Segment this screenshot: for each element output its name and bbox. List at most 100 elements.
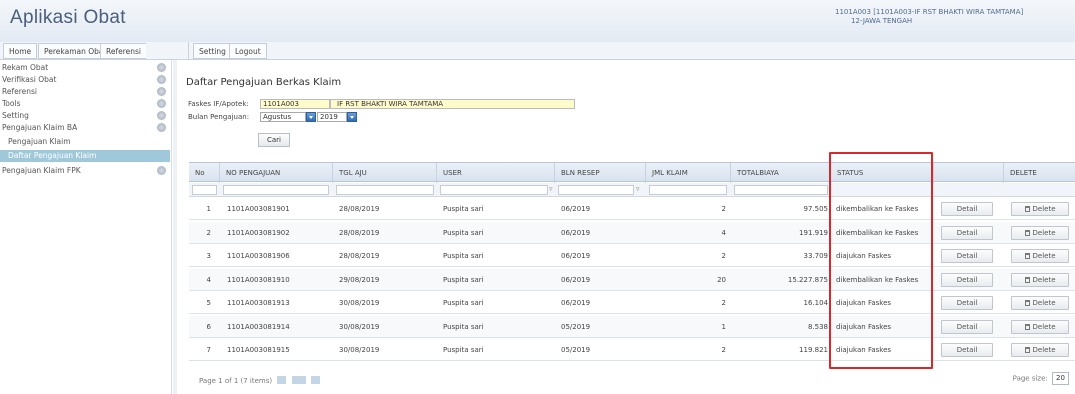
sidebar-item-verifikasi-obat[interactable]: Verifikasi Obat — [0, 74, 170, 85]
table-row[interactable]: 7 1101A003081915 30/08/2019 Puspita sari 05/… — [189, 339, 1075, 361]
table-row[interactable]: 1 1101A003081901 28/08/2019 Puspita sari 06/… — [189, 198, 1075, 220]
sidebar-item-setting[interactable]: Setting — [0, 110, 170, 121]
delete-button-label: Delete — [1032, 252, 1056, 260]
expand-icon[interactable] — [157, 63, 166, 72]
page-size-input[interactable]: 20 — [1052, 371, 1069, 385]
col-header-user[interactable]: USER — [437, 163, 555, 183]
sidebar-subitem-daftar-pengajuan-klaim[interactable]: Daftar Pengajuan Klaim — [0, 150, 170, 162]
delete-button[interactable]: Delete — [1011, 343, 1069, 357]
delete-button-label: Delete — [1032, 205, 1056, 213]
cell-bln-resep: 06/2019 — [561, 205, 591, 213]
cell-totalbiaya: 16.104 — [803, 299, 829, 307]
pager-next-icon[interactable] — [310, 375, 320, 384]
col-header-totalbiaya[interactable]: TOTALBIAYA — [731, 163, 831, 183]
col-header-no-pengajuan[interactable]: NO PENGAJUAN — [220, 163, 333, 183]
cell-bln-resep: 06/2019 — [561, 228, 591, 237]
menu-logout[interactable]: Logout — [229, 43, 267, 59]
user-info-line1: 1101A003 [1101A003-IF RST BHAKTI WIRA TA… — [835, 8, 1024, 16]
faskes-code-field[interactable]: 1101A003 — [260, 99, 330, 109]
cell-jml-klaim: 4 — [721, 228, 726, 237]
sidebar-item-referensi[interactable]: Referensi — [0, 86, 170, 97]
trash-icon — [1024, 206, 1030, 212]
pager-prev-icon[interactable] — [277, 375, 287, 384]
cell-no-pengajuan: 1101A003081914 — [227, 322, 290, 331]
table-row[interactable]: 6 1101A003081914 30/08/2019 Puspita sari 05/… — [189, 315, 1075, 338]
trash-icon — [1024, 253, 1030, 259]
detail-button[interactable]: Detail — [941, 296, 993, 310]
cell-totalbiaya: 15.227.875 — [787, 275, 828, 284]
table-row[interactable]: 5 1101A003081913 30/08/2019 Puspita sari 06/… — [189, 292, 1075, 314]
pager-page-icon[interactable] — [291, 375, 306, 384]
sidebar-subitem-pengajuan-klaim[interactable]: Pengajuan Klaim — [0, 136, 170, 148]
cell-no-pengajuan: 1101A003081902 — [227, 228, 290, 237]
filter-no-input[interactable] — [192, 185, 217, 195]
cell-tgl-aju: 29/08/2019 — [339, 275, 380, 284]
menu-referensi[interactable]: Referensi — [100, 43, 147, 59]
expand-icon[interactable] — [157, 166, 166, 175]
filter-icon[interactable]: ▿ — [636, 185, 642, 193]
delete-button[interactable]: Delete — [1011, 202, 1069, 216]
detail-button[interactable]: Detail — [941, 319, 993, 334]
sidebar-item-pengajuan-klaim-fpk[interactable]: Pengajuan Klaim FPK — [0, 165, 170, 176]
sidebar-splitter[interactable] — [173, 60, 177, 394]
cell-user: Puspita sari — [443, 275, 484, 284]
cell-bln-resep: 05/2019 — [561, 322, 591, 331]
sidebar: Rekam Obat Verifikasi Obat Referensi Too… — [0, 60, 172, 394]
cell-tgl-aju: 28/08/2019 — [339, 228, 380, 237]
bulan-select[interactable]: Agustus — [260, 112, 306, 122]
cell-jml-klaim: 2 — [721, 299, 726, 307]
delete-button[interactable]: Delete — [1011, 225, 1069, 240]
cell-bln-resep: 06/2019 — [561, 275, 591, 284]
menu-home[interactable]: Home — [3, 43, 38, 59]
col-header-tgl-aju[interactable]: TGL AJU — [333, 163, 437, 183]
filter-totalbiaya-input[interactable] — [734, 185, 828, 195]
detail-button[interactable]: Detail — [941, 272, 993, 287]
filter-user-input[interactable] — [440, 185, 548, 195]
cell-no: 7 — [206, 346, 211, 354]
expand-icon[interactable] — [157, 99, 166, 108]
table-row[interactable]: 4 1101A003081910 29/08/2019 Puspita sari 06/… — [189, 268, 1075, 291]
expand-icon[interactable] — [157, 111, 166, 120]
sidebar-item-label: Pengajuan Klaim FPK — [2, 166, 81, 175]
bulan-dropdown-icon[interactable] — [306, 112, 316, 122]
page-title: Daftar Pengajuan Berkas Klaim — [186, 77, 342, 88]
menu-setting[interactable]: Setting — [193, 43, 232, 59]
delete-button[interactable]: Delete — [1011, 249, 1069, 263]
cari-button[interactable]: Cari — [258, 133, 290, 147]
sidebar-item-pengajuan-klaim-ba[interactable]: Pengajuan Klaim BA — [0, 122, 170, 133]
sidebar-item-rekam-obat[interactable]: Rekam Obat — [0, 62, 170, 73]
delete-button[interactable]: Delete — [1011, 319, 1069, 334]
col-header-jml-klaim[interactable]: JML KLAIM — [646, 163, 731, 183]
delete-button[interactable]: Delete — [1011, 272, 1069, 287]
detail-button[interactable]: Detail — [941, 343, 993, 357]
col-header-bln-resep[interactable]: BLN RESEP — [555, 163, 646, 183]
faskes-name-field[interactable]: IF RST BHAKTI WIRA TAMTAMA — [330, 99, 575, 109]
col-header-delete[interactable]: DELETE — [1004, 163, 1075, 183]
filter-icon[interactable]: ▿ — [549, 185, 555, 193]
table-row[interactable]: 3 1101A003081906 28/08/2019 Puspita sari 06/… — [189, 245, 1075, 267]
filter-bln-resep-input[interactable] — [558, 185, 634, 195]
trash-icon — [1024, 229, 1030, 236]
cell-jml-klaim: 2 — [721, 205, 726, 213]
tahun-select[interactable]: 2019 — [317, 112, 347, 122]
bulan-label: Bulan Pengajuan: — [188, 113, 250, 121]
cell-jml-klaim: 2 — [721, 346, 726, 354]
filter-tgl-aju-input[interactable] — [336, 185, 434, 195]
filter-no-pengajuan-input[interactable] — [223, 185, 329, 195]
cell-user: Puspita sari — [443, 205, 484, 213]
filter-jml-klaim-input[interactable] — [649, 185, 727, 195]
tahun-dropdown-icon[interactable] — [347, 112, 357, 122]
detail-button[interactable]: Detail — [941, 249, 993, 263]
table-row[interactable]: 2 1101A003081902 28/08/2019 Puspita sari 06/… — [189, 221, 1075, 244]
delete-button[interactable]: Delete — [1011, 296, 1069, 310]
detail-button[interactable]: Detail — [941, 225, 993, 240]
detail-button[interactable]: Detail — [941, 202, 993, 216]
cell-tgl-aju: 28/08/2019 — [339, 252, 380, 260]
col-header-no[interactable]: No — [189, 163, 220, 183]
collapse-icon[interactable] — [157, 123, 166, 132]
sidebar-item-tools[interactable]: Tools — [0, 98, 170, 109]
page-size-label: Page size: — [1012, 374, 1048, 382]
expand-icon[interactable] — [157, 87, 166, 96]
expand-icon[interactable] — [157, 75, 166, 84]
sidebar-item-label: Referensi — [2, 87, 38, 96]
